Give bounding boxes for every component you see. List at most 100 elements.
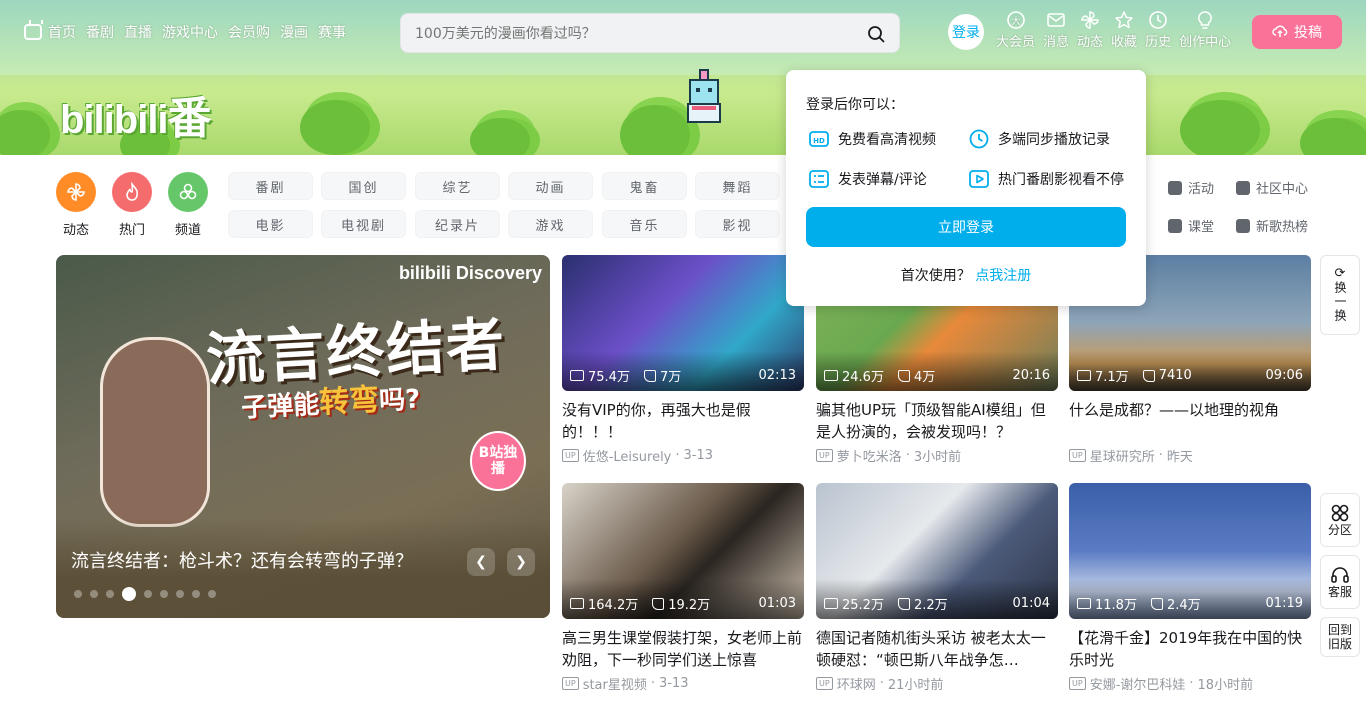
bilibili-tv-icon[interactable] <box>24 24 42 40</box>
carousel-brand: bilibili Discovery <box>398 263 542 283</box>
carousel-dot[interactable] <box>176 590 184 598</box>
up-icon: UP <box>816 677 833 690</box>
nav-favorites[interactable]: 收藏 <box>1107 10 1141 50</box>
video-title[interactable]: 什么是成都？——以地理的视角 <box>1069 399 1311 443</box>
link-classroom[interactable]: 课堂 <box>1168 216 1214 235</box>
search-input[interactable] <box>415 23 855 45</box>
video-card[interactable]: 11.8万 2.4万 01:19 【花滑千金】2019年我在中国的快乐时光 UP 安娜-谢… <box>1069 483 1311 693</box>
tag-bangumi[interactable]: 番剧 <box>228 172 313 200</box>
video-author[interactable]: 佐悠-Leisurely <box>583 446 672 465</box>
video-card[interactable]: 25.2万 2.2万 01:04 德国记者随机街头采访 被老太太一顿硬怼：“顿巴斯八年… <box>816 483 1058 693</box>
carousel-dot[interactable] <box>90 590 98 598</box>
flag-icon <box>1168 180 1182 195</box>
clover-decoration <box>1300 118 1366 155</box>
tag-dance[interactable]: 舞蹈 <box>695 172 780 200</box>
carousel-dot[interactable] <box>144 590 152 598</box>
nav-game-center[interactable]: 游戏中心 <box>162 22 218 42</box>
video-thumbnail[interactable]: 164.2万 19.2万 01:03 <box>562 483 804 619</box>
bilibili-bangumi-logo[interactable]: bilibili番 <box>60 82 212 146</box>
clover-decoration <box>470 118 530 155</box>
nav-esports[interactable]: 赛事 <box>318 22 346 42</box>
video-title[interactable]: 高三男生课堂假装打架，女老师上前劝阻，下一秒同学们送上惊喜 <box>562 627 804 671</box>
link-activity[interactable]: 活动 <box>1168 178 1214 197</box>
carousel-dot[interactable] <box>192 590 200 598</box>
tag-movie[interactable]: 电影 <box>228 210 313 238</box>
tag-guochuang[interactable]: 国创 <box>321 172 406 200</box>
nav-mall[interactable]: 会员购 <box>228 22 270 42</box>
video-thumbnail[interactable]: 25.2万 2.2万 01:04 <box>816 483 1058 619</box>
tag-film[interactable]: 影视 <box>695 210 780 238</box>
register-link[interactable]: 点我注册 <box>975 268 1031 284</box>
search-icon[interactable] <box>867 25 885 43</box>
flame-icon <box>112 172 152 212</box>
nav-manga[interactable]: 漫画 <box>280 22 308 42</box>
video-title[interactable]: 骗其他UP玩「顶级智能AI模组」但是人扮演的，会被发现吗！？ <box>816 399 1058 443</box>
featured-carousel[interactable]: bilibili Discovery 流言终结者 子弹能转弯吗? B站独播 流言… <box>56 255 550 618</box>
nav-dynamic[interactable]: 动态 <box>1073 10 1107 50</box>
video-stats: 24.6万 4万 20:16 <box>824 366 1050 385</box>
carousel-dot[interactable] <box>208 590 216 598</box>
refresh-button[interactable]: ⟳ 换一换 <box>1320 255 1360 335</box>
channel-hot[interactable]: 热门 <box>112 172 152 238</box>
nav-home[interactable]: 首页 <box>48 22 76 42</box>
video-stats: 164.2万 19.2万 01:03 <box>570 594 796 613</box>
carousel-next-button[interactable]: ❯ <box>507 548 535 576</box>
windmill-icon <box>1081 11 1099 29</box>
video-date: 3-13 <box>659 676 689 691</box>
nav-history[interactable]: 历史 <box>1141 10 1175 50</box>
video-thumbnail[interactable]: 11.8万 2.4万 01:19 <box>1069 483 1311 619</box>
nav-vip[interactable]: 大 大会员 <box>992 10 1039 50</box>
login-avatar-button[interactable]: 登录 <box>948 14 984 50</box>
video-thumbnail[interactable]: 75.4万 7万 02:13 <box>562 255 804 391</box>
channel-channels[interactable]: 频道 <box>168 172 208 238</box>
video-card[interactable]: 164.2万 19.2万 01:03 高三男生课堂假装打架，女老师上前劝阻，下一秒同学… <box>562 483 804 693</box>
like-count: 4万 <box>913 370 936 385</box>
video-meta: UP 佐悠-Leisurely · 3-13 <box>562 446 804 465</box>
play-count-icon <box>570 370 584 381</box>
carousel-dot[interactable] <box>160 590 168 598</box>
nav-bangumi[interactable]: 番剧 <box>86 22 114 42</box>
tag-game[interactable]: 游戏 <box>508 210 593 238</box>
headset-icon <box>1331 567 1349 583</box>
video-meta: UP 星球研究所 · 昨天 <box>1069 446 1311 465</box>
nav-creator-center[interactable]: 创作中心 <box>1175 10 1235 50</box>
carousel-prev-button[interactable]: ❮ <box>467 548 495 576</box>
tag-documentary[interactable]: 纪录片 <box>415 210 500 238</box>
tag-kichiku[interactable]: 鬼畜 <box>602 172 687 200</box>
video-author[interactable]: star星视频 <box>583 674 647 693</box>
video-card[interactable]: 75.4万 7万 02:13 没有VIP的你，再强大也是假的！！！ UP 佐悠-Leisu… <box>562 255 804 465</box>
login-now-button[interactable]: 立即登录 <box>806 207 1126 247</box>
video-author[interactable]: 环球网 <box>837 674 876 693</box>
old-version-button[interactable]: 回到旧版 <box>1320 617 1360 657</box>
carousel-dot[interactable] <box>106 590 114 598</box>
link-new-songs[interactable]: 新歌热榜 <box>1236 216 1308 235</box>
video-stats: 7.1万 7410 09:06 <box>1077 366 1303 385</box>
video-title[interactable]: 【花滑千金】2019年我在中国的快乐时光 <box>1069 627 1311 671</box>
carousel-dot[interactable] <box>122 587 136 601</box>
tag-variety[interactable]: 综艺 <box>415 172 500 200</box>
upload-button[interactable]: 投稿 <box>1252 15 1342 49</box>
tag-music[interactable]: 音乐 <box>602 210 687 238</box>
video-date: 18小时前 <box>1197 678 1254 693</box>
star-icon <box>1115 11 1133 29</box>
link-community[interactable]: 社区中心 <box>1236 178 1308 197</box>
meta-separator: · <box>1189 676 1194 691</box>
service-button[interactable]: 客服 <box>1320 555 1360 609</box>
nav-live[interactable]: 直播 <box>124 22 152 42</box>
meta-separator: · <box>675 448 680 463</box>
nav-messages[interactable]: 消息 <box>1039 10 1073 50</box>
carousel-dot[interactable] <box>74 590 82 598</box>
channel-dynamic[interactable]: 动态 <box>56 172 96 238</box>
danmaku-icon <box>809 170 829 188</box>
tag-tv-series[interactable]: 电视剧 <box>321 210 406 238</box>
tag-animation[interactable]: 动画 <box>508 172 593 200</box>
video-author[interactable]: 星球研究所 <box>1090 446 1155 465</box>
vip-icon: 大 <box>1006 11 1025 29</box>
video-title[interactable]: 没有VIP的你，再强大也是假的！！！ <box>562 399 804 443</box>
zones-button[interactable]: 分区 <box>1320 493 1360 547</box>
video-author[interactable]: 安娜-谢尔巴科娃 <box>1090 674 1186 693</box>
like-count: 2.4万 <box>1166 598 1201 613</box>
carousel-caption[interactable]: 流言终结者：枪斗术？还有会转弯的子弹？ <box>71 547 413 573</box>
video-title[interactable]: 德国记者随机街头采访 被老太太一顿硬怼：“顿巴斯八年战争怎… <box>816 627 1058 671</box>
video-author[interactable]: 萝卜吃米洛 <box>837 446 902 465</box>
